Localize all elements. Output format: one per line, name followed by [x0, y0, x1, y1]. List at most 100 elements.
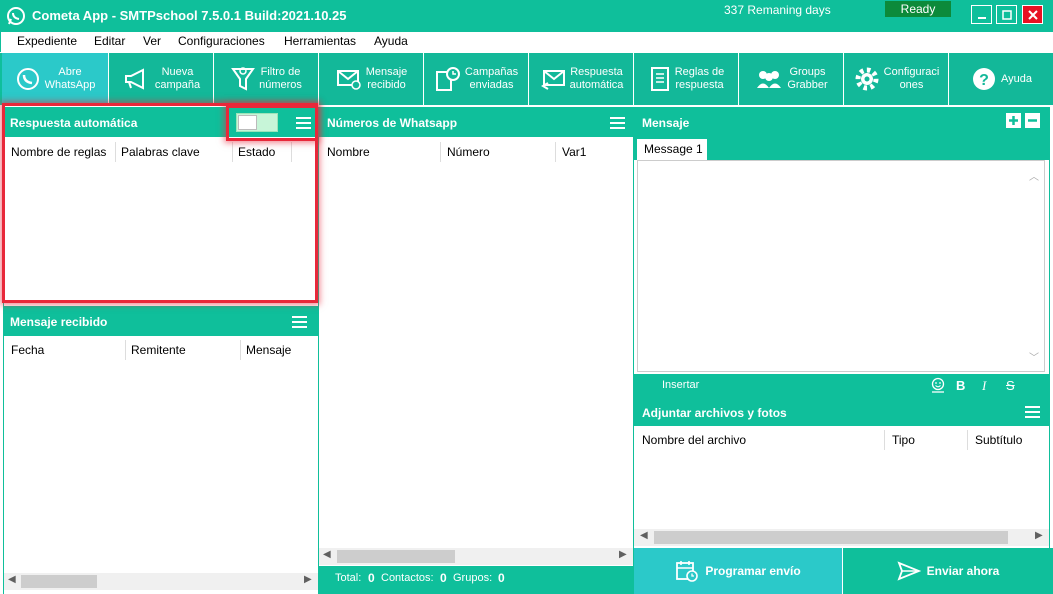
scroll-right-icon[interactable]: ▶	[619, 549, 627, 560]
menu-editar[interactable]: Editar	[94, 34, 125, 48]
groups-grabber-button[interactable]: Groups Grabber	[740, 53, 844, 105]
groups-count: 0	[498, 571, 505, 585]
add-message-button[interactable]	[1006, 113, 1021, 128]
toolbar: Abre WhatsApp Nueva campaña Filtro de nú…	[0, 53, 1053, 105]
scroll-left-icon[interactable]: ◀	[323, 549, 331, 560]
column-subtitle[interactable]: Subtítulo	[975, 433, 1022, 447]
attachments-hscrollbar[interactable]: ◀ ▶	[634, 529, 1049, 546]
menu-icon[interactable]	[1025, 406, 1040, 418]
scroll-left-icon[interactable]: ◀	[8, 574, 16, 585]
bold-button[interactable]: B	[956, 378, 965, 393]
scroll-down-icon[interactable]: ﹀	[1029, 349, 1039, 364]
menu-expediente[interactable]: Expediente	[17, 34, 77, 48]
total-count: 0	[368, 571, 375, 585]
envelope-reply-icon	[540, 70, 565, 90]
schedule-send-button[interactable]: Programar envío	[634, 548, 842, 594]
toolbar-label: Filtro de números	[259, 66, 302, 91]
message-vscrollbar[interactable]: ︿ ﹀	[1026, 164, 1043, 369]
scroll-thumb[interactable]	[337, 550, 455, 563]
scroll-thumb[interactable]	[21, 575, 97, 588]
emoji-icon[interactable]	[931, 377, 945, 393]
toolbar-label: Ayuda	[1001, 72, 1032, 85]
column-separator	[125, 340, 126, 360]
column-name[interactable]: Nombre	[327, 145, 370, 159]
scroll-right-icon[interactable]: ▶	[1035, 530, 1043, 541]
scroll-left-icon[interactable]: ◀	[640, 530, 648, 541]
document-icon	[650, 67, 669, 91]
menu-herramientas[interactable]: Herramientas	[284, 34, 356, 48]
scroll-thumb[interactable]	[654, 531, 1008, 544]
panel-title: Números de Whatsapp	[327, 116, 458, 130]
attachments-column-header: Nombre del archivo Tipo Subtítulo	[634, 428, 1049, 450]
whatsapp-logo-icon	[7, 7, 25, 25]
scroll-right-icon[interactable]: ▶	[304, 574, 312, 585]
numbers-list[interactable]	[319, 163, 633, 548]
received-message-button[interactable]: Mensaje recibido	[320, 53, 424, 105]
scroll-up-icon[interactable]: ︿	[1029, 168, 1039, 183]
toolbar-label: Abre WhatsApp	[44, 66, 96, 91]
insert-button[interactable]: Insertar	[662, 379, 699, 391]
received-hscrollbar[interactable]: ◀ ▶	[4, 573, 318, 590]
menu-ayuda[interactable]: Ayuda	[374, 34, 408, 48]
attachments-header: Adjuntar archivos y fotos	[634, 398, 1049, 426]
megaphone-icon	[124, 68, 144, 90]
column-separator	[240, 340, 241, 360]
help-button[interactable]: ? Ayuda	[950, 53, 1053, 105]
message-format-bar: Insertar B I S	[634, 374, 1049, 398]
groups-label: Grupos:	[453, 572, 493, 584]
paper-plane-icon	[897, 561, 921, 581]
column-type[interactable]: Tipo	[892, 433, 915, 447]
menu-ver[interactable]: Ver	[143, 34, 161, 48]
reply-rules-button[interactable]: Reglas de respuesta	[635, 53, 739, 105]
tab-message-1[interactable]: Message 1	[637, 139, 707, 160]
column-sender[interactable]: Remitente	[131, 343, 186, 357]
menu-icon[interactable]	[292, 316, 307, 328]
gear-icon	[855, 67, 879, 91]
column-var1[interactable]: Var1	[562, 145, 586, 159]
new-campaign-button[interactable]: Nueva campaña	[110, 53, 214, 105]
envelope-check-icon	[336, 70, 361, 90]
number-filter-button[interactable]: Filtro de números	[215, 53, 319, 105]
numbers-footer: Total: 0 Contactos: 0 Grupos: 0	[319, 566, 633, 594]
toolbar-label: Reglas de respuesta	[674, 66, 725, 91]
column-separator	[440, 142, 441, 162]
minimize-icon	[977, 16, 986, 19]
toolbar-label: Nueva campaña	[154, 66, 201, 91]
svg-text:?: ?	[979, 72, 989, 89]
column-separator	[884, 430, 885, 450]
maximize-icon	[1001, 9, 1012, 20]
auto-reply-button[interactable]: Respuesta automática	[530, 53, 634, 105]
open-whatsapp-button[interactable]: Abre WhatsApp	[2, 53, 109, 105]
numbers-hscrollbar[interactable]: ◀ ▶	[319, 548, 633, 565]
menu-icon[interactable]	[610, 117, 625, 129]
app-window: Cometa App - SMTPschool 7.5.0.1 Build:20…	[0, 0, 1053, 594]
menu-configuraciones[interactable]: Configuraciones	[178, 34, 265, 48]
strikethrough-button[interactable]: S	[1006, 378, 1015, 393]
italic-button[interactable]: I	[982, 378, 986, 394]
send-now-button[interactable]: Enviar ahora	[843, 548, 1053, 594]
minimize-button[interactable]	[971, 5, 992, 24]
toolbar-label: Mensaje recibido	[365, 66, 408, 91]
column-number[interactable]: Número	[447, 145, 490, 159]
remove-message-button[interactable]	[1025, 113, 1040, 128]
received-column-header: Fecha Remitente Mensaje	[4, 338, 318, 360]
plus-icon	[1009, 116, 1018, 125]
numbers-header: Números de Whatsapp	[319, 107, 633, 137]
received-list[interactable]	[4, 361, 318, 573]
attachments-list[interactable]	[634, 450, 1049, 529]
message-textarea[interactable]: ︿ ﹀	[637, 160, 1045, 372]
maximize-button[interactable]	[996, 5, 1017, 24]
column-date[interactable]: Fecha	[11, 343, 44, 357]
close-button[interactable]	[1022, 5, 1043, 24]
minus-icon	[1028, 119, 1037, 122]
group-icon	[757, 71, 782, 88]
toolbar-label: Configuraci ones	[883, 66, 940, 91]
whatsapp-icon	[16, 68, 39, 90]
settings-button[interactable]: Configuraci ones	[845, 53, 949, 105]
calendar-clock-icon	[676, 561, 699, 582]
contacts-count: 0	[440, 571, 447, 585]
sent-campaigns-button[interactable]: Campañas enviadas	[425, 53, 529, 105]
column-message[interactable]: Mensaje	[246, 343, 291, 357]
column-file-name[interactable]: Nombre del archivo	[642, 433, 746, 447]
total-label: Total:	[335, 572, 362, 584]
